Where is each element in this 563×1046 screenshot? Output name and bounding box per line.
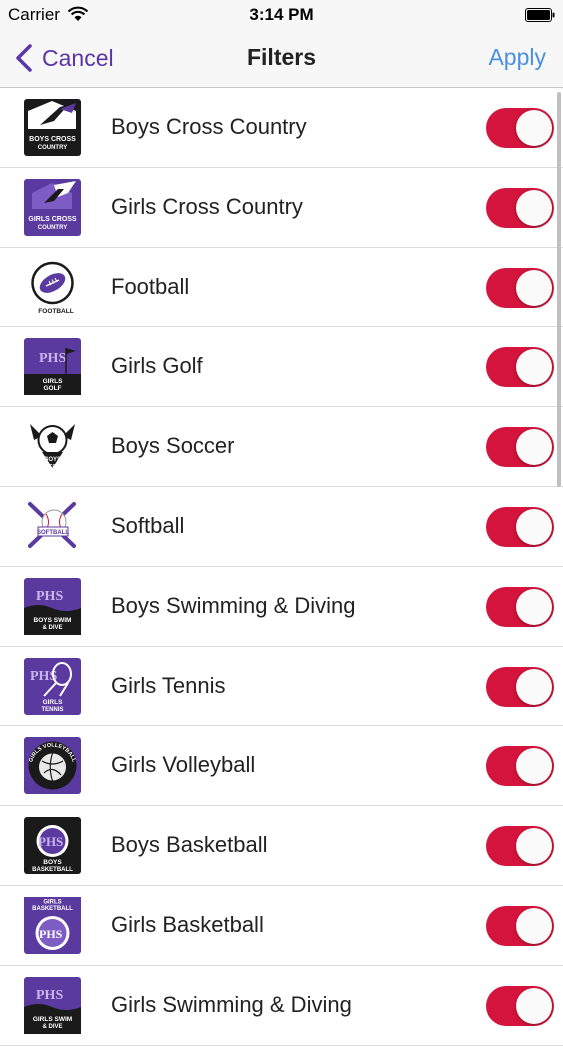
svg-text:PHS: PHS — [38, 834, 63, 849]
svg-text:GIRLS: GIRLS — [43, 378, 64, 385]
svg-text:SOFTBALL: SOFTBALL — [37, 530, 69, 536]
girls-cross-country-logo-icon: GIRLS CROSS COUNTRY — [24, 178, 81, 236]
svg-text:GIRLS: GIRLS — [43, 699, 64, 706]
filter-toggle[interactable] — [486, 108, 554, 148]
toggle-knob — [516, 189, 552, 226]
svg-text:GOLF: GOLF — [43, 385, 61, 392]
svg-text:BOYS: BOYS — [44, 457, 61, 463]
svg-text:& DIVE: & DIVE — [42, 1024, 62, 1030]
filter-row: PHS BOYS SWIM & DIVE Boys Swimming & Div… — [0, 567, 563, 647]
toggle-knob — [516, 269, 552, 306]
boys-soccer-logo-icon: BOYS SOCCER — [24, 418, 81, 476]
filter-row: GIRLS CROSS COUNTRY Girls Cross Country — [0, 168, 563, 248]
boys-cross-country-logo-icon: BOYS CROSS COUNTRY — [24, 99, 81, 156]
svg-text:BASKETBALL: BASKETBALL — [32, 867, 73, 873]
filter-label: Boys Soccer — [111, 433, 235, 459]
filter-row: SOFTBALL Softball — [0, 487, 563, 567]
svg-text:GIRLS CROSS: GIRLS CROSS — [28, 216, 77, 223]
filter-label: Girls Cross Country — [111, 193, 303, 219]
svg-text:TENNIS: TENNIS — [41, 707, 63, 713]
filter-row: PHS BOYS BASKETBALL Boys Basketball — [0, 806, 563, 886]
filter-toggle[interactable] — [486, 826, 554, 867]
filter-toggle[interactable] — [486, 746, 554, 787]
clock: 3:14 PM — [249, 5, 314, 24]
svg-text:COUNTRY: COUNTRY — [38, 225, 67, 231]
svg-text:FOOTBALL: FOOTBALL — [38, 308, 73, 315]
svg-text:PHS: PHS — [39, 927, 63, 941]
filter-toggle[interactable] — [486, 347, 554, 388]
toggle-knob — [516, 508, 552, 545]
toggle-knob — [516, 907, 552, 944]
toggle-knob — [516, 110, 552, 146]
svg-text:& DIVE: & DIVE — [42, 625, 62, 631]
svg-text:PHS: PHS — [36, 589, 63, 604]
filter-label: Football — [111, 273, 190, 299]
filter-toggle[interactable] — [486, 187, 554, 228]
softball-logo-icon: SOFTBALL — [24, 497, 81, 555]
toggle-knob — [516, 349, 552, 386]
svg-text:GIRLS SWIM: GIRLS SWIM — [33, 1016, 72, 1023]
toggle-knob — [516, 588, 552, 625]
filter-row: BOYS CROSS COUNTRY Boys Cross Country — [0, 88, 563, 168]
svg-text:SOCCER: SOCCER — [42, 464, 64, 470]
toggle-knob — [516, 828, 552, 865]
svg-text:COUNTRY: COUNTRY — [38, 145, 67, 151]
status-bar: Carrier 3:14 PM — [0, 0, 563, 30]
svg-text:GIRLS: GIRLS — [43, 899, 61, 905]
filter-label: Girls Golf — [111, 353, 203, 379]
girls-tennis-logo-icon: PHS GIRLS TENNIS — [24, 657, 81, 715]
scrollbar[interactable] — [557, 92, 561, 487]
football-logo-icon: FOOTBALL — [24, 258, 81, 316]
boys-basketball-logo-icon: PHS BOYS BASKETBALL — [24, 817, 81, 875]
filter-toggle[interactable] — [486, 427, 554, 468]
filter-label: Boys Cross Country — [111, 114, 307, 139]
toggle-knob — [516, 668, 552, 705]
svg-text:BOYS: BOYS — [43, 859, 62, 866]
girls-swim-dive-logo-icon: PHS GIRLS SWIM & DIVE — [24, 976, 81, 1034]
filter-toggle[interactable] — [486, 267, 554, 308]
boys-swim-dive-logo-icon: PHS BOYS SWIM & DIVE — [24, 577, 81, 635]
svg-text:BOYS SWIM: BOYS SWIM — [34, 617, 72, 624]
filter-toggle[interactable] — [486, 506, 554, 547]
svg-text:BOYS CROSS: BOYS CROSS — [29, 136, 76, 143]
filter-list: BOYS CROSS COUNTRY Boys Cross Country GI… — [0, 88, 563, 1046]
apply-button[interactable]: Apply — [488, 44, 546, 71]
girls-basketball-logo-icon: GIRLS BASKETBALL PHS — [24, 896, 81, 954]
filter-label: Girls Basketball — [111, 911, 264, 937]
toggle-knob — [516, 748, 552, 785]
filter-row: GIRLS VOLLEYBALL Girls Volleyball — [0, 726, 563, 807]
filter-label: Girls Tennis — [111, 672, 226, 698]
filter-label: Girls Swimming & Diving — [111, 991, 352, 1017]
svg-text:BASKETBALL: BASKETBALL — [32, 906, 73, 912]
filter-row: FOOTBALL Football — [0, 248, 563, 328]
filter-row: BOYS SOCCER Boys Soccer — [0, 407, 563, 487]
filter-toggle[interactable] — [486, 586, 554, 627]
filter-row: PHS GIRLS SWIM & DIVE Girls Swimming & D… — [0, 966, 563, 1046]
filter-label: Softball — [111, 512, 185, 538]
svg-text:PHS: PHS — [36, 988, 63, 1003]
girls-golf-logo-icon: PHS GIRLS GOLF — [24, 338, 81, 396]
navigation-bar: Cancel Filters Apply — [0, 30, 563, 88]
filter-row: PHS GIRLS TENNIS Girls Tennis — [0, 647, 563, 727]
toggle-knob — [516, 987, 552, 1024]
filter-toggle[interactable] — [486, 985, 554, 1026]
filter-label: Boys Basketball — [111, 832, 268, 858]
filter-row: PHS GIRLS GOLF Girls Golf — [0, 327, 563, 408]
filter-toggle[interactable] — [486, 666, 554, 707]
girls-volleyball-logo-icon: GIRLS VOLLEYBALL — [24, 737, 81, 795]
filter-toggle[interactable] — [486, 905, 554, 946]
page-title: Filters — [246, 44, 317, 70]
filter-label: Boys Swimming & Diving — [111, 592, 356, 618]
svg-text:PHS: PHS — [39, 351, 66, 366]
toggle-knob — [516, 429, 552, 466]
battery-icon — [525, 8, 555, 22]
filter-label: Girls Volleyball — [111, 752, 256, 778]
filter-row: GIRLS BASKETBALL PHS Girls Basketball — [0, 886, 563, 966]
